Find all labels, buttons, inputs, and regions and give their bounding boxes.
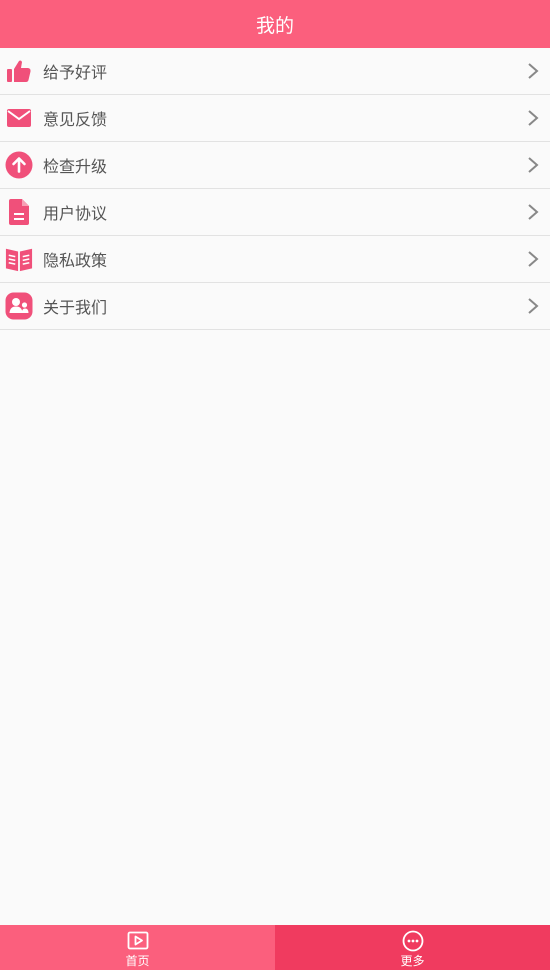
menu-item-check-update[interactable]: 检查升级	[0, 142, 550, 189]
menu-item-label: 关于我们	[43, 298, 108, 317]
tab-home-label: 首页	[125, 954, 150, 968]
menu-item-feedback[interactable]: 意见反馈	[0, 95, 550, 142]
menu-item-label: 隐私政策	[43, 251, 108, 270]
play-square-icon	[127, 931, 148, 950]
settings-menu: 给予好评 意见反馈 检查升级 用户协议 隐私政策 关于我们	[0, 48, 550, 330]
tab-more-label: 更多	[400, 954, 425, 968]
menu-item-user-agreement[interactable]: 用户协议	[0, 189, 550, 236]
menu-item-about-us[interactable]: 关于我们	[0, 283, 550, 330]
tab-home[interactable]: 首页	[0, 925, 275, 970]
chevron-right-icon	[528, 204, 539, 220]
chevron-right-icon	[528, 63, 539, 79]
chevron-right-icon	[528, 157, 539, 173]
menu-item-label: 意见反馈	[43, 110, 108, 129]
upgrade-arrow-icon	[5, 151, 33, 179]
page-title: 我的	[255, 14, 294, 37]
chevron-right-icon	[528, 110, 539, 126]
chevron-right-icon	[528, 298, 539, 314]
document-icon	[5, 198, 33, 226]
menu-item-rate[interactable]: 给予好评	[0, 48, 550, 95]
menu-item-label: 用户协议	[43, 204, 108, 223]
menu-item-label: 给予好评	[43, 63, 108, 82]
mail-icon	[5, 104, 33, 132]
menu-item-label: 检查升级	[43, 157, 108, 176]
thumbs-up-icon	[5, 57, 33, 85]
more-circle-icon	[402, 930, 423, 952]
chevron-right-icon	[528, 251, 539, 267]
book-icon	[5, 245, 33, 273]
menu-item-privacy-policy[interactable]: 隐私政策	[0, 236, 550, 283]
tab-more[interactable]: 更多	[275, 925, 550, 970]
header-bar: 我的	[0, 0, 550, 48]
users-icon	[5, 292, 33, 320]
bottom-tab-bar: 首页 更多	[0, 925, 550, 970]
